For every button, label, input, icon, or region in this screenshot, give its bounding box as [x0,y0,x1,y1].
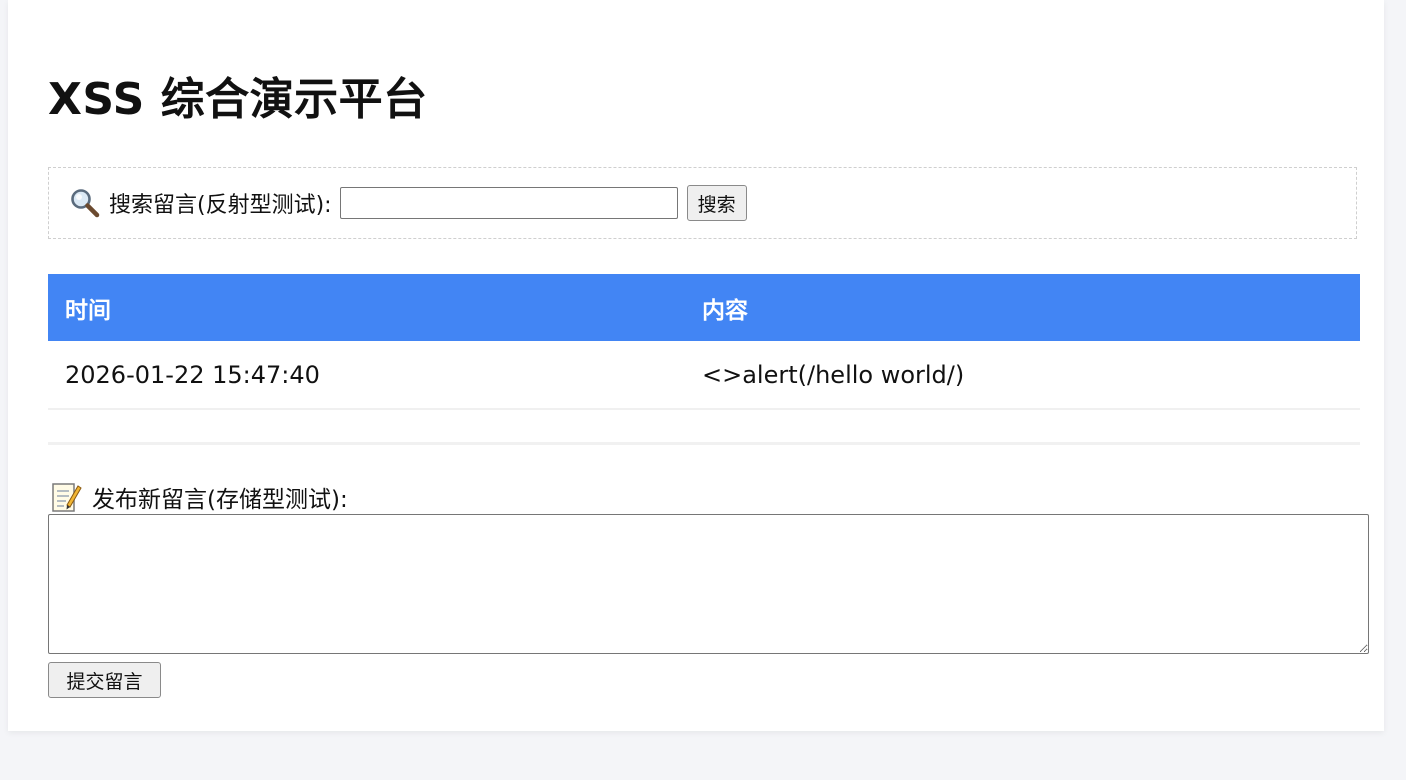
search-icon [69,187,101,219]
table-row: 2026-01-22 15:47:40 <>alert(/hello world… [48,341,1360,410]
post-label-row: 发布新留言(存储型测试): [50,480,348,514]
table-cell-time: 2026-01-22 15:47:40 [48,341,685,410]
section-divider [48,442,1360,445]
search-label: 搜索留言(反射型测试): [109,193,332,218]
submit-post-button[interactable]: 提交留言 [48,662,161,698]
post-label: 发布新留言(存储型测试): [92,487,348,513]
search-input[interactable] [339,187,678,219]
table-cell-content: <>alert(/hello world/) [685,341,1360,410]
post-textarea[interactable] [48,514,1369,654]
table-header-content: 内容 [685,274,1360,341]
page-title: XSS 综合演示平台 [48,74,428,125]
search-button[interactable]: 搜索 [686,185,747,221]
main-card: XSS 综合演示平台 搜索留言(反射型测试): 搜索 时间 内容 2026-01… [8,0,1384,731]
messages-table: 时间 内容 2026-01-22 15:47:40 <>alert(/hello… [48,274,1360,410]
table-header-row: 时间 内容 [48,274,1360,341]
search-section: 搜索留言(反射型测试): 搜索 [48,167,1357,239]
memo-icon [50,480,82,514]
table-header-time: 时间 [48,274,685,341]
